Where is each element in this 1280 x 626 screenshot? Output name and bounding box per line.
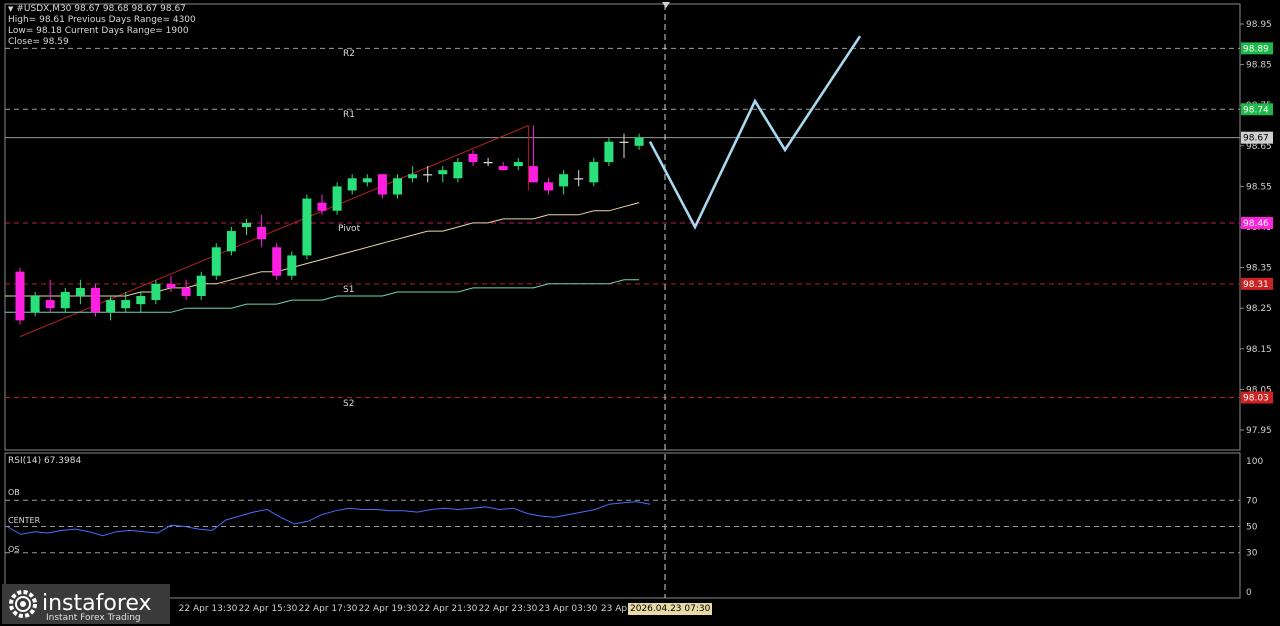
time-axis-label: 23 Ap bbox=[601, 604, 627, 614]
chart-canvas: 98.9598.8598.7598.6598.5598.4598.3598.25… bbox=[4, 2, 1273, 614]
level-r2-label: R2 bbox=[343, 49, 355, 59]
candle-body bbox=[151, 283, 161, 301]
candle-body bbox=[528, 166, 538, 183]
candle-body bbox=[453, 162, 463, 179]
price-tag-label: 98.67 bbox=[1243, 134, 1269, 144]
price-tick-label: 98.95 bbox=[1246, 20, 1272, 30]
candle-body bbox=[347, 178, 357, 191]
candle-body bbox=[302, 198, 312, 256]
candle-body bbox=[226, 231, 236, 252]
time-axis-label: 22 Apr 21:30 bbox=[419, 604, 478, 614]
rsi-tick-label: 0 bbox=[1246, 588, 1252, 598]
candle-body bbox=[332, 186, 342, 211]
candle-body bbox=[377, 174, 387, 195]
candle-body bbox=[166, 283, 176, 288]
price-tick-label: 98.85 bbox=[1246, 61, 1272, 71]
candle-body bbox=[75, 287, 85, 297]
rsi-line bbox=[6, 501, 651, 537]
info-line-4: Close= 98.59 bbox=[8, 37, 69, 47]
candle-body bbox=[272, 247, 282, 276]
price-tick-label: 97.95 bbox=[1246, 426, 1272, 436]
candle-body bbox=[45, 300, 55, 309]
candle-body bbox=[91, 287, 100, 313]
price-tick-label: 98.55 bbox=[1246, 182, 1272, 192]
candle-body bbox=[634, 137, 644, 146]
candle-body bbox=[423, 174, 433, 176]
candle-body bbox=[181, 287, 191, 297]
symbol-quote: #USDX,M30 98.67 98.68 98.67 98.67 bbox=[16, 4, 186, 14]
level-pivot-label: Pivot bbox=[338, 224, 361, 234]
candle-body bbox=[106, 300, 116, 313]
rsi-tick-label: 70 bbox=[1246, 496, 1258, 506]
cursor-marker-icon bbox=[662, 2, 670, 8]
collapse-triangle-icon[interactable]: ▼ bbox=[8, 5, 13, 13]
candle-body bbox=[136, 296, 146, 305]
level-r1-label: R1 bbox=[343, 110, 355, 120]
candle-body bbox=[559, 174, 569, 187]
candle-body bbox=[211, 247, 221, 276]
main-pane-frame bbox=[4, 3, 1241, 451]
rsi-os-label: OS bbox=[8, 545, 20, 554]
rsi-pane-frame bbox=[4, 452, 1241, 599]
candle-body bbox=[30, 296, 40, 313]
info-line-3: Low= 98.18 Current Days Range= 1900 bbox=[8, 26, 189, 36]
price-tick-label: 98.35 bbox=[1246, 264, 1272, 274]
candle-body bbox=[513, 162, 523, 167]
time-axis-label: 22 Apr 13:30 bbox=[179, 604, 238, 614]
candle-body bbox=[196, 275, 206, 297]
candle-body bbox=[362, 178, 372, 183]
candle-body bbox=[619, 141, 629, 143]
candle-body bbox=[121, 300, 131, 309]
candle-body bbox=[15, 271, 25, 321]
candle-body bbox=[408, 174, 418, 179]
rsi-label: RSI(14) 67.3984 bbox=[8, 456, 82, 466]
time-axis-label: 22 Apr 23:30 bbox=[479, 604, 538, 614]
logo-tagline: Instant Forex Trading bbox=[46, 613, 141, 623]
time-axis-label: 22 Apr 17:30 bbox=[299, 604, 358, 614]
cursor-time-label: 2026.04.23 07:30 bbox=[628, 603, 713, 615]
candle-body bbox=[317, 202, 327, 211]
price-tick-label: 98.25 bbox=[1246, 304, 1272, 314]
time-axis-label: 22 Apr 15:30 bbox=[239, 604, 298, 614]
level-s1-label: S1 bbox=[343, 285, 355, 295]
candle-body bbox=[604, 141, 614, 163]
candle-body bbox=[468, 153, 478, 163]
candle-body bbox=[589, 162, 599, 183]
instaforex-gear-icon bbox=[9, 590, 37, 618]
candle-body bbox=[483, 162, 493, 164]
candle-body bbox=[574, 178, 584, 180]
rsi-tick-label: 100 bbox=[1246, 457, 1263, 467]
instaforex-logo: instaforex Instant Forex Trading bbox=[2, 584, 170, 624]
candle-body bbox=[544, 182, 553, 191]
candle-body bbox=[438, 170, 448, 175]
level-s2-label: S2 bbox=[343, 399, 355, 409]
info-line-2: High= 98.61 Previous Days Range= 4300 bbox=[8, 15, 196, 25]
price-tag-label: 98.03 bbox=[1243, 394, 1269, 404]
price-tag-label: 98.46 bbox=[1243, 219, 1269, 229]
moving-average-fast bbox=[4, 202, 640, 297]
candle-body bbox=[287, 255, 297, 276]
price-tag-label: 98.74 bbox=[1243, 105, 1269, 115]
logo-name: instaforex bbox=[42, 591, 152, 616]
rsi-center-label: CENTER bbox=[8, 516, 41, 525]
symbol-info: ▼ #USDX,M30 98.67 98.68 98.67 98.67 High=… bbox=[8, 4, 196, 48]
time-axis-label: 23 Apr 03:30 bbox=[539, 604, 598, 614]
candle-body bbox=[242, 222, 251, 227]
rsi-tick-label: 50 bbox=[1246, 523, 1258, 533]
candle-body bbox=[498, 166, 508, 171]
price-tick-label: 98.15 bbox=[1246, 345, 1272, 355]
price-tag-label: 98.89 bbox=[1243, 44, 1269, 54]
candle-body bbox=[60, 291, 70, 309]
forecast-path-line bbox=[648, 35, 862, 230]
rsi-tick-label: 30 bbox=[1246, 549, 1258, 559]
time-axis-label: 22 Apr 19:30 bbox=[359, 604, 418, 614]
candle-body bbox=[393, 178, 402, 195]
candle-body bbox=[257, 227, 267, 240]
price-tag-label: 98.31 bbox=[1243, 280, 1269, 290]
rsi-ob-label: OB bbox=[8, 488, 20, 497]
